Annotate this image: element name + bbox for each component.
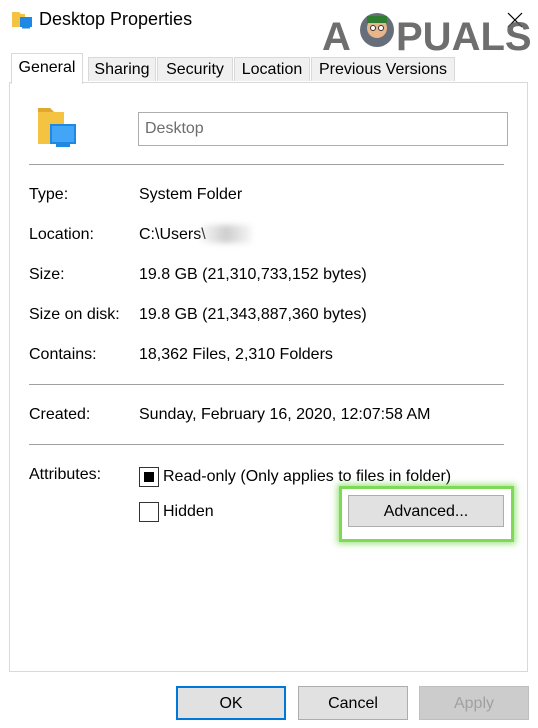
redacted-username <box>200 225 252 243</box>
tab-sharing[interactable]: Sharing <box>88 57 156 81</box>
tab-security[interactable]: Security <box>157 57 233 81</box>
separator <box>29 164 504 165</box>
contains-label: Contains: <box>29 346 97 363</box>
size-on-disk-value: 19.8 GB (21,343,887,360 bytes) <box>139 306 367 323</box>
tab-general[interactable]: General <box>11 53 83 84</box>
separator <box>29 384 504 385</box>
window-title: Desktop Properties <box>39 9 193 29</box>
created-label: Created: <box>29 406 91 423</box>
location-value: C:\Users\ <box>139 226 206 243</box>
readonly-label: Read-only (Only applies to files in fold… <box>163 468 452 485</box>
size-value: 19.8 GB (21,310,733,152 bytes) <box>139 266 367 283</box>
created-value: Sunday, February 16, 2020, 12:07:58 AM <box>139 406 431 423</box>
type-value: System Folder <box>139 186 243 203</box>
ok-button[interactable]: OK <box>176 686 286 720</box>
tab-previous-versions[interactable]: Previous Versions <box>311 57 455 81</box>
advanced-button[interactable]: Advanced... <box>348 495 504 527</box>
desktop-folder-icon <box>38 108 76 147</box>
type-label: Type: <box>29 186 69 203</box>
contains-value: 18,362 Files, 2,310 Folders <box>139 346 333 363</box>
size-on-disk-label: Size on disk: <box>29 306 120 323</box>
hidden-checkbox[interactable] <box>139 502 159 522</box>
location-label: Location: <box>29 226 94 243</box>
cancel-button[interactable]: Cancel <box>298 686 408 720</box>
attributes-label: Attributes: <box>29 466 102 483</box>
separator <box>29 444 504 445</box>
readonly-checkbox[interactable] <box>139 467 159 487</box>
folder-name-input[interactable] <box>138 112 508 146</box>
folder-icon <box>12 12 32 29</box>
tab-strip: General Sharing Security Location Previo… <box>0 53 538 84</box>
hidden-label: Hidden <box>163 503 214 520</box>
indeterminate-mark <box>144 472 154 482</box>
general-panel <box>9 82 528 672</box>
size-label: Size: <box>29 266 65 283</box>
tab-location[interactable]: Location <box>234 57 310 81</box>
apply-button[interactable]: Apply <box>419 686 529 720</box>
